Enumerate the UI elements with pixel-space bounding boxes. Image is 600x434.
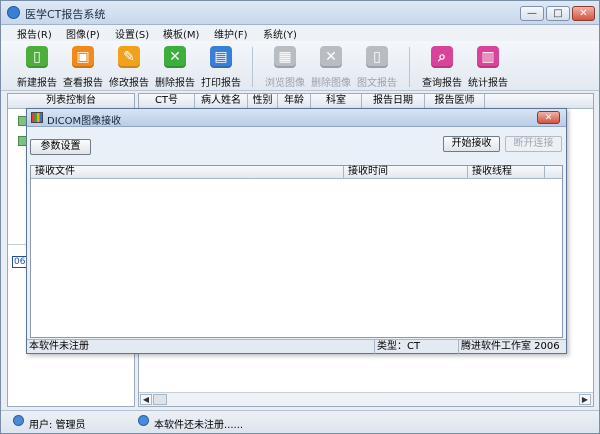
window-title: 医学CT报告系统 bbox=[25, 8, 106, 21]
grid-header: CT号 病人姓名 性别 年龄 科室 报告日期 报告医师 bbox=[139, 94, 593, 109]
params-settings-button[interactable]: 参数设置 bbox=[30, 139, 91, 155]
image-text-report-icon: ▯ bbox=[366, 46, 388, 68]
statistics-report-label: 统计报告 bbox=[468, 78, 508, 89]
delete-image-icon: ✕ bbox=[320, 46, 342, 68]
scroll-thumb[interactable] bbox=[153, 394, 167, 405]
edit-report-button[interactable]: ✎ 修改报告 bbox=[105, 44, 153, 90]
receive-list-header: 接收文件 接收时间 接收线程 bbox=[31, 166, 562, 179]
status-user: 用户: 管理员 bbox=[29, 420, 86, 431]
menu-template[interactable]: 模板(M) bbox=[163, 26, 199, 41]
new-report-icon: ▯ bbox=[26, 46, 48, 68]
register-status: 本软件未注册 bbox=[27, 340, 375, 354]
dialog-title-bar[interactable]: DICOM图像接收 ✕ bbox=[27, 109, 566, 127]
print-report-label: 打印报告 bbox=[201, 78, 241, 89]
toolbar: ▯ 新建报告 ▣ 查看报告 ✎ 修改报告 ✕ 删除报告 ▤ 打印报告 ▦ 浏览图… bbox=[1, 41, 599, 91]
menu-system[interactable]: 系统(Y) bbox=[263, 26, 297, 41]
statistics-report-icon: ▥ bbox=[477, 46, 499, 68]
dialog-close-button[interactable]: ✕ bbox=[537, 111, 560, 124]
delete-report-button[interactable]: ✕ 删除报告 bbox=[151, 44, 199, 90]
menu-settings[interactable]: 设置(S) bbox=[115, 26, 149, 41]
menu-maintenance[interactable]: 维护(F) bbox=[214, 26, 248, 41]
list-console-header: 列表控制台 bbox=[8, 94, 134, 109]
col-receive-time[interactable]: 接收时间 bbox=[344, 166, 468, 179]
scroll-right-arrow-icon[interactable]: ▶ bbox=[579, 394, 591, 405]
toolbar-separator bbox=[409, 47, 410, 87]
menu-image[interactable]: 图像(P) bbox=[66, 26, 100, 41]
menu-bar: 报告(R) 图像(P) 设置(S) 模板(M) 维护(F) 系统(Y) bbox=[1, 25, 599, 41]
menu-report[interactable]: 报告(R) bbox=[17, 26, 52, 41]
print-report-button[interactable]: ▤ 打印报告 bbox=[197, 44, 245, 90]
toolbar-separator bbox=[252, 47, 253, 87]
dicom-receive-dialog: DICOM图像接收 ✕ 参数设置 开始接收 断开连接 接收文件 接收时间 接收线… bbox=[26, 108, 567, 354]
close-button[interactable]: ✕ bbox=[572, 6, 595, 21]
search-report-icon: ⌕ bbox=[431, 46, 453, 68]
start-receive-button[interactable]: 开始接收 bbox=[443, 136, 500, 152]
dialog-status-bar: 本软件未注册 类型：CT 腾进软件工作室 2006 bbox=[27, 339, 566, 354]
print-report-icon: ▤ bbox=[210, 46, 232, 68]
browse-image-icon: ▦ bbox=[274, 46, 296, 68]
col-patient-name[interactable]: 病人姓名 bbox=[195, 94, 248, 109]
col-gender[interactable]: 性别 bbox=[248, 94, 278, 109]
type-status: 类型：CT bbox=[375, 340, 459, 354]
col-age[interactable]: 年龄 bbox=[278, 94, 311, 109]
dicom-app-icon bbox=[31, 112, 43, 123]
search-report-button[interactable]: ⌕ 查询报告 bbox=[418, 44, 466, 90]
info-icon bbox=[138, 415, 149, 426]
app-icon bbox=[7, 6, 20, 19]
view-report-button[interactable]: ▣ 查看报告 bbox=[59, 44, 107, 90]
view-report-icon: ▣ bbox=[72, 46, 94, 68]
col-report-doctor[interactable]: 报告医师 bbox=[425, 94, 485, 109]
col-ct-number[interactable]: CT号 bbox=[139, 94, 195, 109]
dialog-title: DICOM图像接收 bbox=[47, 116, 122, 127]
col-report-date[interactable]: 报告日期 bbox=[362, 94, 425, 109]
col-department[interactable]: 科室 bbox=[311, 94, 362, 109]
user-icon bbox=[13, 415, 24, 426]
new-report-button[interactable]: ▯ 新建报告 bbox=[13, 44, 61, 90]
image-text-report-label: 图文报告 bbox=[357, 78, 397, 89]
horizontal-scrollbar[interactable]: ◀ ▶ bbox=[139, 392, 593, 406]
image-text-report-button[interactable]: ▯ 图文报告 bbox=[353, 44, 401, 90]
scroll-left-arrow-icon[interactable]: ◀ bbox=[140, 394, 152, 405]
studio-status: 腾进软件工作室 2006 bbox=[461, 341, 560, 352]
delete-image-button[interactable]: ✕ 删除图像 bbox=[307, 44, 355, 90]
col-receive-file[interactable]: 接收文件 bbox=[31, 166, 344, 179]
delete-report-icon: ✕ bbox=[164, 46, 186, 68]
statistics-report-button[interactable]: ▥ 统计报告 bbox=[464, 44, 512, 90]
col-receive-thread[interactable]: 接收线程 bbox=[468, 166, 545, 179]
edit-report-icon: ✎ bbox=[118, 46, 140, 68]
status-bar: 用户: 管理员 本软件还未注册...... bbox=[1, 410, 599, 433]
status-message: 本软件还未注册...... bbox=[154, 420, 244, 431]
receive-list[interactable]: 接收文件 接收时间 接收线程 bbox=[30, 165, 563, 338]
title-bar[interactable]: 医学CT报告系统 — □ ✕ bbox=[1, 1, 599, 25]
disconnect-button[interactable]: 断开连接 bbox=[505, 136, 562, 152]
maximize-button[interactable]: □ bbox=[546, 6, 570, 21]
browse-image-button[interactable]: ▦ 浏览图像 bbox=[261, 44, 309, 90]
minimize-button[interactable]: — bbox=[520, 6, 544, 21]
